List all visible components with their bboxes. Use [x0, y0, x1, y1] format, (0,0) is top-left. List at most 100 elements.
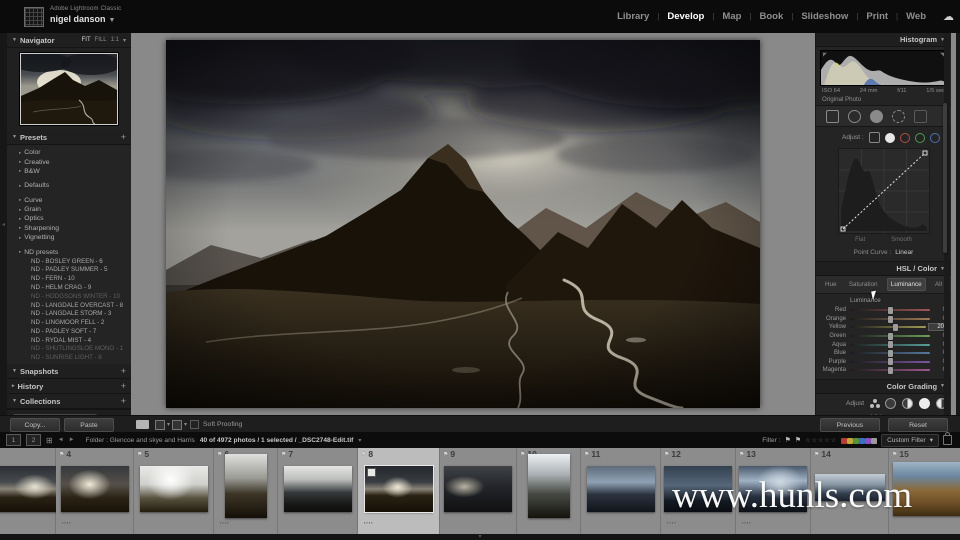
- left-panel-collapse-strip[interactable]: ◂: [0, 33, 7, 415]
- thumbnail-image[interactable]: [225, 454, 267, 518]
- shadow-clipping-icon[interactable]: ◤: [823, 52, 827, 58]
- right-panel-scrollbar[interactable]: [944, 33, 950, 415]
- preset-item[interactable]: ND - LINGMOOR FELL - 2: [7, 318, 131, 327]
- flag-icon[interactable]: ⚑: [281, 451, 286, 458]
- preset-group[interactable]: ▸Color: [7, 148, 131, 157]
- flag-icon[interactable]: ⚑: [739, 451, 744, 458]
- thumbnail-image[interactable]: [61, 466, 129, 512]
- heal-tool-icon[interactable]: [848, 110, 861, 123]
- chevron-down-icon[interactable]: ▾: [358, 437, 361, 444]
- rating-stars[interactable]: ▪▪▪▪: [220, 520, 230, 525]
- hsl-slider-knob[interactable]: [888, 358, 893, 365]
- chevron-down-icon[interactable]: ▾: [166, 421, 171, 428]
- tab-hue[interactable]: Hue: [822, 279, 840, 290]
- preset-item[interactable]: ND - RYDAL MIST - 4: [7, 336, 131, 345]
- grid-view-icon[interactable]: ⊞: [46, 436, 53, 445]
- channel-blue-icon[interactable]: [930, 133, 940, 143]
- presets-header[interactable]: ▼ Presets +: [7, 130, 131, 145]
- navigator-header[interactable]: ▼ Navigator FIT FILL 1:1 ▾: [7, 33, 131, 48]
- preset-group[interactable]: ▸Sharpening: [7, 224, 131, 233]
- midtones-wheel-icon[interactable]: [902, 398, 913, 409]
- preset-item[interactable]: ND - SUNRISE LIGHT - 8: [7, 353, 131, 362]
- hsl-slider-track[interactable]: [850, 344, 930, 346]
- scrollbar-thumb[interactable]: [943, 103, 947, 253]
- hsl-slider-track[interactable]: [850, 361, 930, 363]
- preset-item[interactable]: ND - PADLEY SUMMER - 5: [7, 266, 131, 275]
- add-preset-icon[interactable]: +: [121, 132, 126, 142]
- color-label-filters[interactable]: [841, 431, 877, 449]
- hsl-slider-knob[interactable]: [888, 367, 893, 374]
- preset-group[interactable]: ▸ND presets: [7, 247, 131, 256]
- hsl-slider-track[interactable]: [850, 326, 926, 328]
- filmstrip-cell[interactable]: ⚑10: [517, 448, 581, 534]
- add-snapshot-icon[interactable]: +: [121, 366, 126, 376]
- flag-icon[interactable]: ⚑: [59, 451, 64, 458]
- preset-group[interactable]: ▸Grain: [7, 205, 131, 214]
- flag-icon[interactable]: ⚑: [664, 451, 669, 458]
- paste-button[interactable]: Paste: [64, 418, 114, 432]
- filmstrip-cell[interactable]: ⚑8▪▪▪▪: [358, 448, 440, 534]
- collections-header[interactable]: ▼ Collections +: [7, 394, 131, 409]
- filmstrip-cell[interactable]: ⚑11: [581, 448, 661, 534]
- filmstrip-cell[interactable]: ⚑5: [134, 448, 214, 534]
- tab-develop[interactable]: Develop: [659, 11, 712, 22]
- star-rating-filter[interactable]: ☆☆☆☆☆: [805, 437, 837, 444]
- preset-group[interactable]: ▸Creative: [7, 157, 131, 166]
- preset-item[interactable]: ND - HODGSONS WINTER - 10: [7, 292, 131, 301]
- curve-smooth-label[interactable]: Smooth: [891, 237, 912, 243]
- hsl-slider-knob[interactable]: [893, 324, 898, 331]
- shadows-wheel-icon[interactable]: [885, 398, 896, 409]
- filmstrip-cell[interactable]: [0, 448, 56, 534]
- hsl-slider-knob[interactable]: [888, 341, 893, 348]
- history-header[interactable]: ▸ History +: [7, 379, 131, 394]
- rating-stars[interactable]: ▪▪▪▪: [364, 520, 374, 525]
- masking-tool-icon[interactable]: [892, 110, 905, 123]
- preset-group[interactable]: ▸Vignetting: [7, 233, 131, 242]
- chevron-down-icon[interactable]: ▾: [183, 421, 188, 428]
- flag-icon[interactable]: ⚑: [814, 451, 819, 458]
- loupe-view-icon[interactable]: [136, 420, 149, 429]
- preset-item[interactable]: ND - BOSLEY GREEN - 6: [7, 257, 131, 266]
- preset-item[interactable]: ND - LANGDALE OVERCAST - 8: [7, 301, 131, 310]
- preset-group[interactable]: ▸Defaults: [7, 181, 131, 190]
- navigator-preview[interactable]: [20, 53, 118, 125]
- filter-lock-icon[interactable]: [943, 435, 952, 445]
- filmstrip-count-info[interactable]: 40 of 4972 photos / 1 selected / _DSC274…: [200, 437, 354, 444]
- hsl-slider-track[interactable]: [850, 369, 930, 371]
- flag-icon[interactable]: ⚑: [443, 451, 448, 458]
- extra-tool-icon[interactable]: [914, 110, 927, 123]
- flag-icon[interactable]: ⚑: [520, 451, 525, 458]
- main-window-button[interactable]: 1: [6, 434, 21, 446]
- thumbnail-image[interactable]: [284, 466, 352, 512]
- flag-icon[interactable]: ⚑: [361, 451, 366, 458]
- highlights-wheel-icon[interactable]: [919, 398, 930, 409]
- filmstrip-cell[interactable]: ⚑9: [440, 448, 517, 534]
- hsl-slider-knob[interactable]: [888, 350, 893, 357]
- main-photo[interactable]: [166, 40, 760, 408]
- hsl-slider-track[interactable]: [850, 309, 930, 311]
- tab-print[interactable]: Print: [858, 11, 896, 22]
- clear-history-icon[interactable]: +: [121, 381, 126, 391]
- zoom-fill[interactable]: FILL: [95, 37, 107, 44]
- zoom-1-1[interactable]: 1:1: [111, 37, 119, 44]
- preset-item[interactable]: ND - LANGDALE STORM - 3: [7, 309, 131, 318]
- preset-group[interactable]: ▸Optics: [7, 214, 131, 223]
- crop-tool-icon[interactable]: [826, 110, 839, 123]
- flag-icon[interactable]: ⚑: [217, 451, 222, 458]
- thumbnail-image[interactable]: [587, 466, 655, 512]
- thumbnail-image[interactable]: [444, 466, 512, 512]
- tab-library[interactable]: Library: [609, 11, 657, 22]
- go-forward-icon[interactable]: ►: [69, 437, 75, 443]
- filmstrip-collapse-strip[interactable]: ▾: [0, 534, 960, 540]
- hsl-slider-track[interactable]: [850, 318, 930, 320]
- channel-red-icon[interactable]: [900, 133, 910, 143]
- zoom-fit[interactable]: FIT: [82, 37, 91, 44]
- chevron-down-icon[interactable]: ▾: [123, 37, 126, 44]
- custom-filter-dropdown[interactable]: Custom Filter ▾: [881, 434, 939, 447]
- tone-curve-graph[interactable]: [838, 148, 930, 234]
- color-label-chip[interactable]: [871, 438, 877, 444]
- preset-item[interactable]: ND - PADLEY SOFT - 7: [7, 327, 131, 336]
- before-after-lr-button[interactable]: ▾: [155, 420, 171, 429]
- channel-green-icon[interactable]: [915, 133, 925, 143]
- filmstrip-cell[interactable]: ⚑4▪▪▪▪: [56, 448, 134, 534]
